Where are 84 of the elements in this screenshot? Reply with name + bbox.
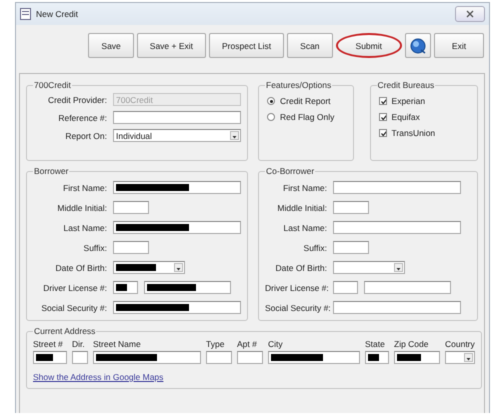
dropdown-arrow-icon [231, 133, 238, 140]
input-field[interactable] [237, 351, 263, 364]
help-icon [410, 38, 426, 54]
toolbar-button[interactable]: Save + Exit [136, 33, 206, 58]
input-field[interactable] [72, 351, 88, 364]
input-field[interactable] [113, 241, 149, 254]
input-field[interactable] [93, 351, 201, 364]
radio-label: Red Flag Only [280, 112, 334, 122]
report-dropdown[interactable]: Individual [113, 129, 241, 142]
checkbox[interactable] [378, 113, 387, 121]
field-label: Driver License #: [42, 282, 107, 292]
field-label: First Name: [282, 182, 327, 192]
toolbar-button[interactable]: Submit [336, 33, 402, 58]
input-field[interactable] [394, 351, 440, 364]
input-field[interactable] [333, 281, 358, 294]
column-label: Apt # [237, 339, 258, 349]
checkbox[interactable] [378, 129, 387, 137]
country-dropdown[interactable] [445, 351, 475, 364]
group-title: Current Address [33, 326, 96, 336]
column-label: Street Name [93, 339, 142, 349]
field-label: Middle Initial: [276, 202, 327, 212]
radio-button[interactable] [267, 97, 275, 105]
input-field[interactable] [333, 301, 461, 314]
toolbar-button[interactable]: Exit [434, 33, 484, 58]
maps-link[interactable]: Show the Address in Google Maps [33, 372, 475, 382]
column-label: Country [445, 339, 475, 349]
radio-label: Credit Report [280, 96, 331, 106]
column-label: Type [206, 339, 226, 349]
toolbar-button[interactable]: Scan [287, 33, 333, 58]
field-label: Credit Provider: [46, 94, 107, 104]
field-label: Date Of Birth: [54, 262, 107, 272]
input-field[interactable] [33, 351, 67, 364]
input-field[interactable] [333, 181, 461, 194]
toolbar-button[interactable]: Prospect List [209, 33, 284, 58]
column-label: Dir. [72, 339, 86, 349]
group-title: 700Credit [33, 80, 72, 90]
input-field[interactable] [113, 111, 241, 124]
input-field[interactable] [268, 351, 360, 364]
field-label: Reference #: [57, 112, 107, 122]
field-label: Suffix: [302, 242, 327, 252]
column-label: Street # [33, 339, 64, 349]
group-title: Co-Borrower [265, 166, 316, 176]
input-field[interactable] [113, 201, 149, 214]
dropdown-arrow-icon [395, 265, 402, 272]
input-field[interactable] [113, 181, 241, 194]
field-label: Suffix: [82, 242, 107, 252]
help-button[interactable] [405, 33, 431, 58]
column-label: City [268, 339, 284, 349]
field-label: Report On: [64, 130, 107, 140]
field-label: Driver License #: [265, 282, 327, 292]
input-field[interactable] [113, 281, 138, 294]
checkbox-label: TransUnion [392, 128, 436, 138]
column-label: Zip Code [394, 339, 430, 349]
group-title: Borrower [33, 166, 70, 176]
field-label: Date Of Birth: [274, 262, 327, 272]
dropdown-arrow-icon [175, 265, 182, 272]
input-field[interactable] [206, 351, 232, 364]
input-field[interactable] [113, 221, 241, 234]
date-dropdown[interactable] [113, 261, 185, 274]
input-field[interactable] [364, 281, 451, 294]
checkbox-label: Equifax [392, 112, 420, 122]
close-button[interactable] [455, 6, 485, 22]
window-icon [20, 8, 31, 20]
input-field[interactable] [144, 281, 231, 294]
group-title: Features/Options [265, 80, 332, 90]
field-label: Last Name: [62, 222, 107, 232]
window-title: New Credit [36, 9, 80, 19]
checkbox[interactable] [378, 97, 387, 105]
close-icon [466, 10, 474, 18]
field-label: Last Name: [282, 222, 327, 232]
input-field[interactable] [333, 221, 461, 234]
radio-button[interactable] [267, 113, 275, 121]
column-label: State [365, 339, 386, 349]
input-field[interactable] [333, 241, 369, 254]
field-label: First Name: [62, 182, 107, 192]
input-field[interactable] [333, 201, 369, 214]
field-label: Middle Initial: [56, 202, 107, 212]
group-title: Credit Bureaus [376, 80, 436, 90]
input-field[interactable] [365, 351, 389, 364]
input-field[interactable] [113, 301, 241, 314]
checkbox-label: Experian [392, 96, 426, 106]
toolbar-button[interactable]: Save [88, 33, 134, 58]
dropdown-arrow-icon [465, 355, 472, 362]
field-label: Social Security #: [40, 302, 107, 312]
